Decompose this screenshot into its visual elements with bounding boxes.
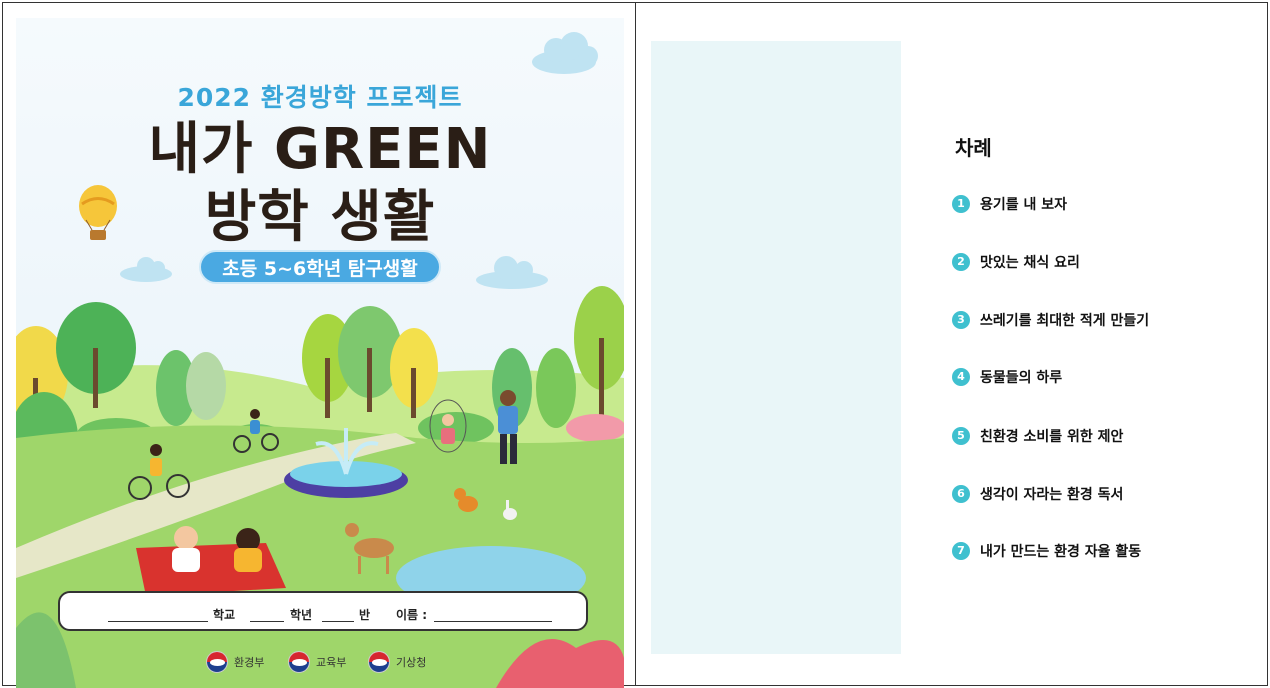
number-badge: 5 xyxy=(952,427,970,445)
taegeuk-emblem-icon xyxy=(288,651,310,673)
class-label: 반 xyxy=(359,608,371,622)
school-blank xyxy=(108,621,208,622)
grade-badge: 초등 5~6학년 탐구생활 xyxy=(199,250,441,284)
class-blank xyxy=(322,621,354,622)
number-badge: 7 xyxy=(952,542,970,560)
cloud-icon xyxy=(120,257,172,282)
project-title: 2022 환경방학 프로젝트 xyxy=(177,83,463,112)
ministry-weather: 기상청 xyxy=(368,650,426,674)
school-label: 학교 xyxy=(213,608,236,622)
toc-color-band xyxy=(651,41,901,654)
student-info-box: 학교 학년 반 이름 : xyxy=(58,591,588,631)
toc-item-label: 내가 만드는 환경 자율 활동 xyxy=(980,544,1142,560)
number-badge: 6 xyxy=(952,485,970,503)
toc-item-label: 동물들의 하루 xyxy=(980,370,1063,386)
number-badge: 2 xyxy=(952,253,970,271)
grade-field-label: 학년 xyxy=(290,608,313,622)
toc-item[interactable]: 6 생각이 자라는 환경 독서 xyxy=(952,483,1123,505)
toc-item-label: 용기를 내 보자 xyxy=(980,197,1068,213)
ministry-education: 교육부 xyxy=(288,650,346,674)
cover-page: 2022 환경방학 프로젝트 내가 GREEN 방학 생활 초등 5~6학년 탐… xyxy=(16,18,624,688)
grade-blank xyxy=(250,621,284,622)
number-badge: 3 xyxy=(952,311,970,329)
toc-item[interactable]: 4 동물들의 하루 xyxy=(952,366,1062,388)
cloud-icon xyxy=(476,256,548,289)
toc-item[interactable]: 7 내가 만드는 환경 자율 활동 xyxy=(952,540,1141,562)
toc-item-label: 맛있는 채식 요리 xyxy=(980,255,1080,271)
toc-item[interactable]: 5 친환경 소비를 위한 제안 xyxy=(952,425,1123,447)
taegeuk-emblem-icon xyxy=(368,651,390,673)
column-divider xyxy=(635,2,636,686)
number-badge: 1 xyxy=(952,195,970,213)
toc-item[interactable]: 1 용기를 내 보자 xyxy=(952,193,1067,215)
number-badge: 4 xyxy=(952,368,970,386)
toc-item[interactable]: 2 맛있는 채식 요리 xyxy=(952,251,1080,273)
name-label: 이름 : xyxy=(396,608,428,622)
main-title-line2: 방학 생활 xyxy=(204,185,436,250)
main-title-line1: 내가 GREEN xyxy=(148,117,492,182)
toc-heading: 차례 xyxy=(955,136,992,160)
toc-item-label: 쓰레기를 최대한 적게 만들기 xyxy=(980,313,1150,329)
toc-item[interactable]: 3 쓰레기를 최대한 적게 만들기 xyxy=(952,309,1149,331)
taegeuk-emblem-icon xyxy=(206,651,228,673)
toc-item-label: 생각이 자라는 환경 독서 xyxy=(980,487,1124,503)
ministry-environment: 환경부 xyxy=(206,650,264,674)
cloud-icon xyxy=(532,32,598,74)
toc-item-label: 친환경 소비를 위한 제안 xyxy=(980,429,1124,445)
name-blank xyxy=(434,621,552,622)
